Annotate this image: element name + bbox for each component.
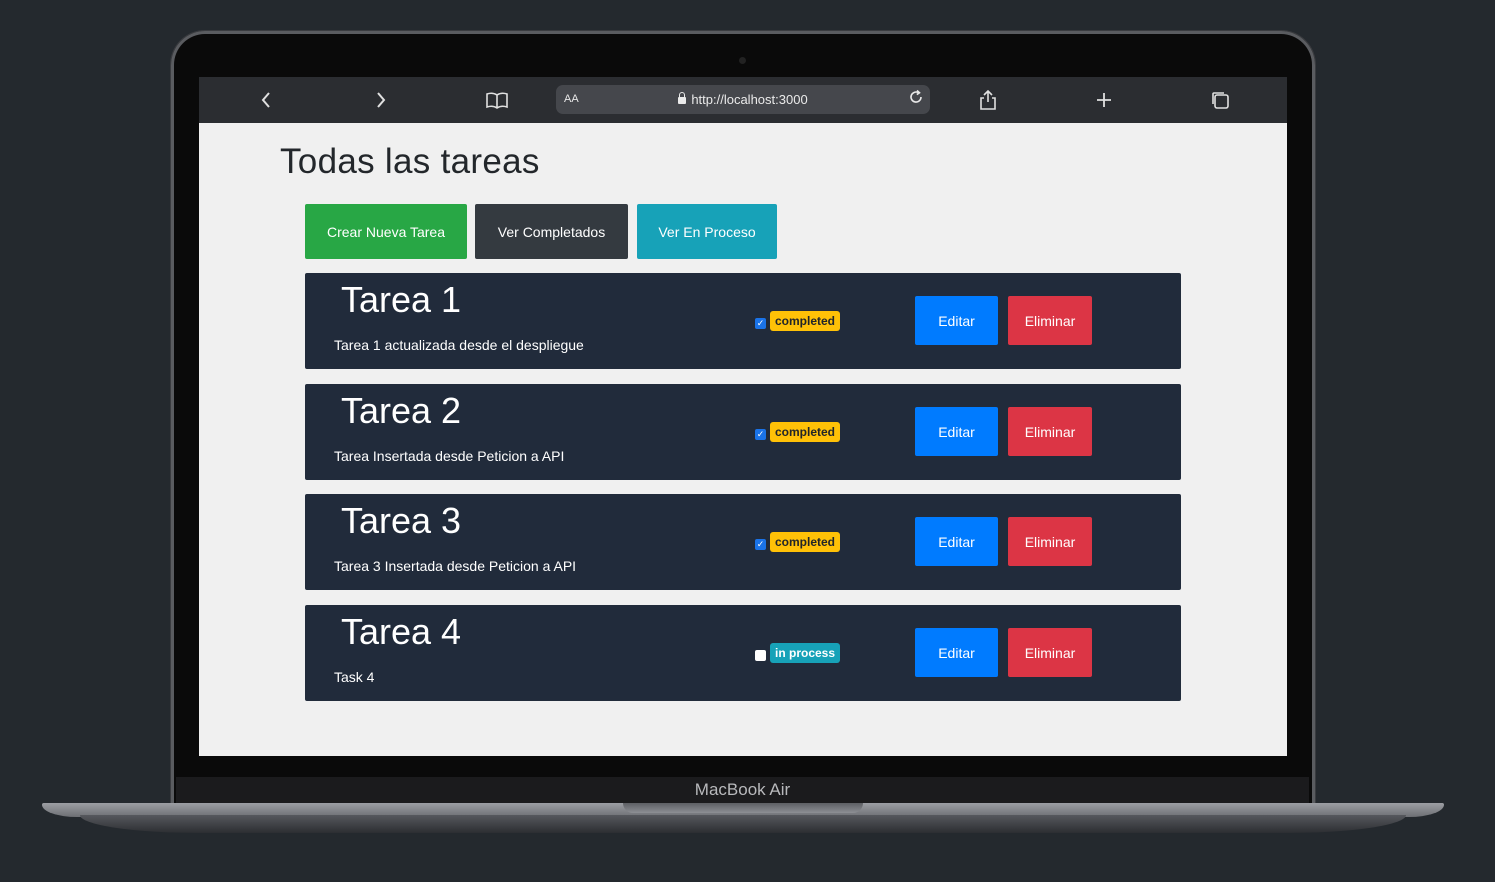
task-card: Tarea 3 Tarea 3 Insertada desde Peticion…: [305, 494, 1181, 590]
url-value: http://localhost:3000: [691, 92, 808, 107]
task-description: Tarea Insertada desde Peticion a API: [334, 448, 565, 464]
task-card: Tarea 2 Tarea Insertada desde Peticion a…: [305, 384, 1181, 480]
screen: AA http://localhost:3000 Todas las tarea…: [199, 77, 1287, 756]
edit-button[interactable]: Editar: [915, 296, 998, 345]
task-title: Tarea 1: [341, 279, 462, 320]
status-badge: completed: [770, 311, 841, 331]
delete-button[interactable]: Eliminar: [1008, 407, 1092, 456]
view-completed-button[interactable]: Ver Completados: [475, 204, 628, 259]
reload-icon[interactable]: [908, 89, 924, 110]
laptop-notch: [623, 803, 863, 813]
task-card: Tarea 1 Tarea 1 actualizada desde el des…: [305, 273, 1181, 369]
task-title: Tarea 4: [341, 611, 462, 652]
task-status-checkbox[interactable]: ✓: [755, 318, 766, 329]
device-brand-label: MacBook Air: [694, 780, 791, 799]
task-title: Tarea 3: [341, 500, 462, 541]
lock-icon: [678, 92, 687, 104]
task-status-checkbox[interactable]: ✓: [755, 539, 766, 550]
task-description: Tarea 1 actualizada desde el despliegue: [334, 337, 584, 353]
view-in-process-button[interactable]: Ver En Proceso: [637, 204, 777, 259]
share-icon[interactable]: [976, 88, 1000, 112]
delete-button[interactable]: Eliminar: [1008, 296, 1092, 345]
browser-toolbar: AA http://localhost:3000: [199, 77, 1287, 123]
chevron-left-icon[interactable]: [254, 88, 278, 112]
delete-button[interactable]: Eliminar: [1008, 517, 1092, 566]
task-description: Tarea 3 Insertada desde Peticion a API: [334, 558, 577, 574]
chevron-right-icon[interactable]: [369, 88, 393, 112]
task-status-checkbox[interactable]: [755, 650, 766, 661]
status-badge: in process: [770, 643, 841, 663]
camera: [739, 57, 746, 64]
task-title: Tarea 2: [341, 390, 462, 431]
laptop-base-edge: [80, 815, 1406, 833]
delete-button[interactable]: Eliminar: [1008, 628, 1092, 677]
tabs-icon[interactable]: [1208, 88, 1232, 112]
task-status-checkbox[interactable]: ✓: [755, 429, 766, 440]
status-badge: completed: [770, 422, 841, 442]
address-bar[interactable]: AA http://localhost:3000: [556, 85, 930, 114]
create-task-button[interactable]: Crear Nueva Tarea: [305, 204, 467, 259]
task-card: Tarea 4 Task 4 in process Editar Elimina…: [305, 605, 1181, 701]
edit-button[interactable]: Editar: [915, 407, 998, 456]
page-title: Todas las tareas: [280, 142, 540, 181]
edit-button[interactable]: Editar: [915, 517, 998, 566]
edit-button[interactable]: Editar: [915, 628, 998, 677]
plus-icon[interactable]: [1092, 88, 1116, 112]
status-badge: completed: [770, 532, 841, 552]
book-icon[interactable]: [485, 88, 509, 112]
task-description: Task 4: [334, 669, 375, 685]
url-text[interactable]: http://localhost:3000: [556, 92, 930, 107]
